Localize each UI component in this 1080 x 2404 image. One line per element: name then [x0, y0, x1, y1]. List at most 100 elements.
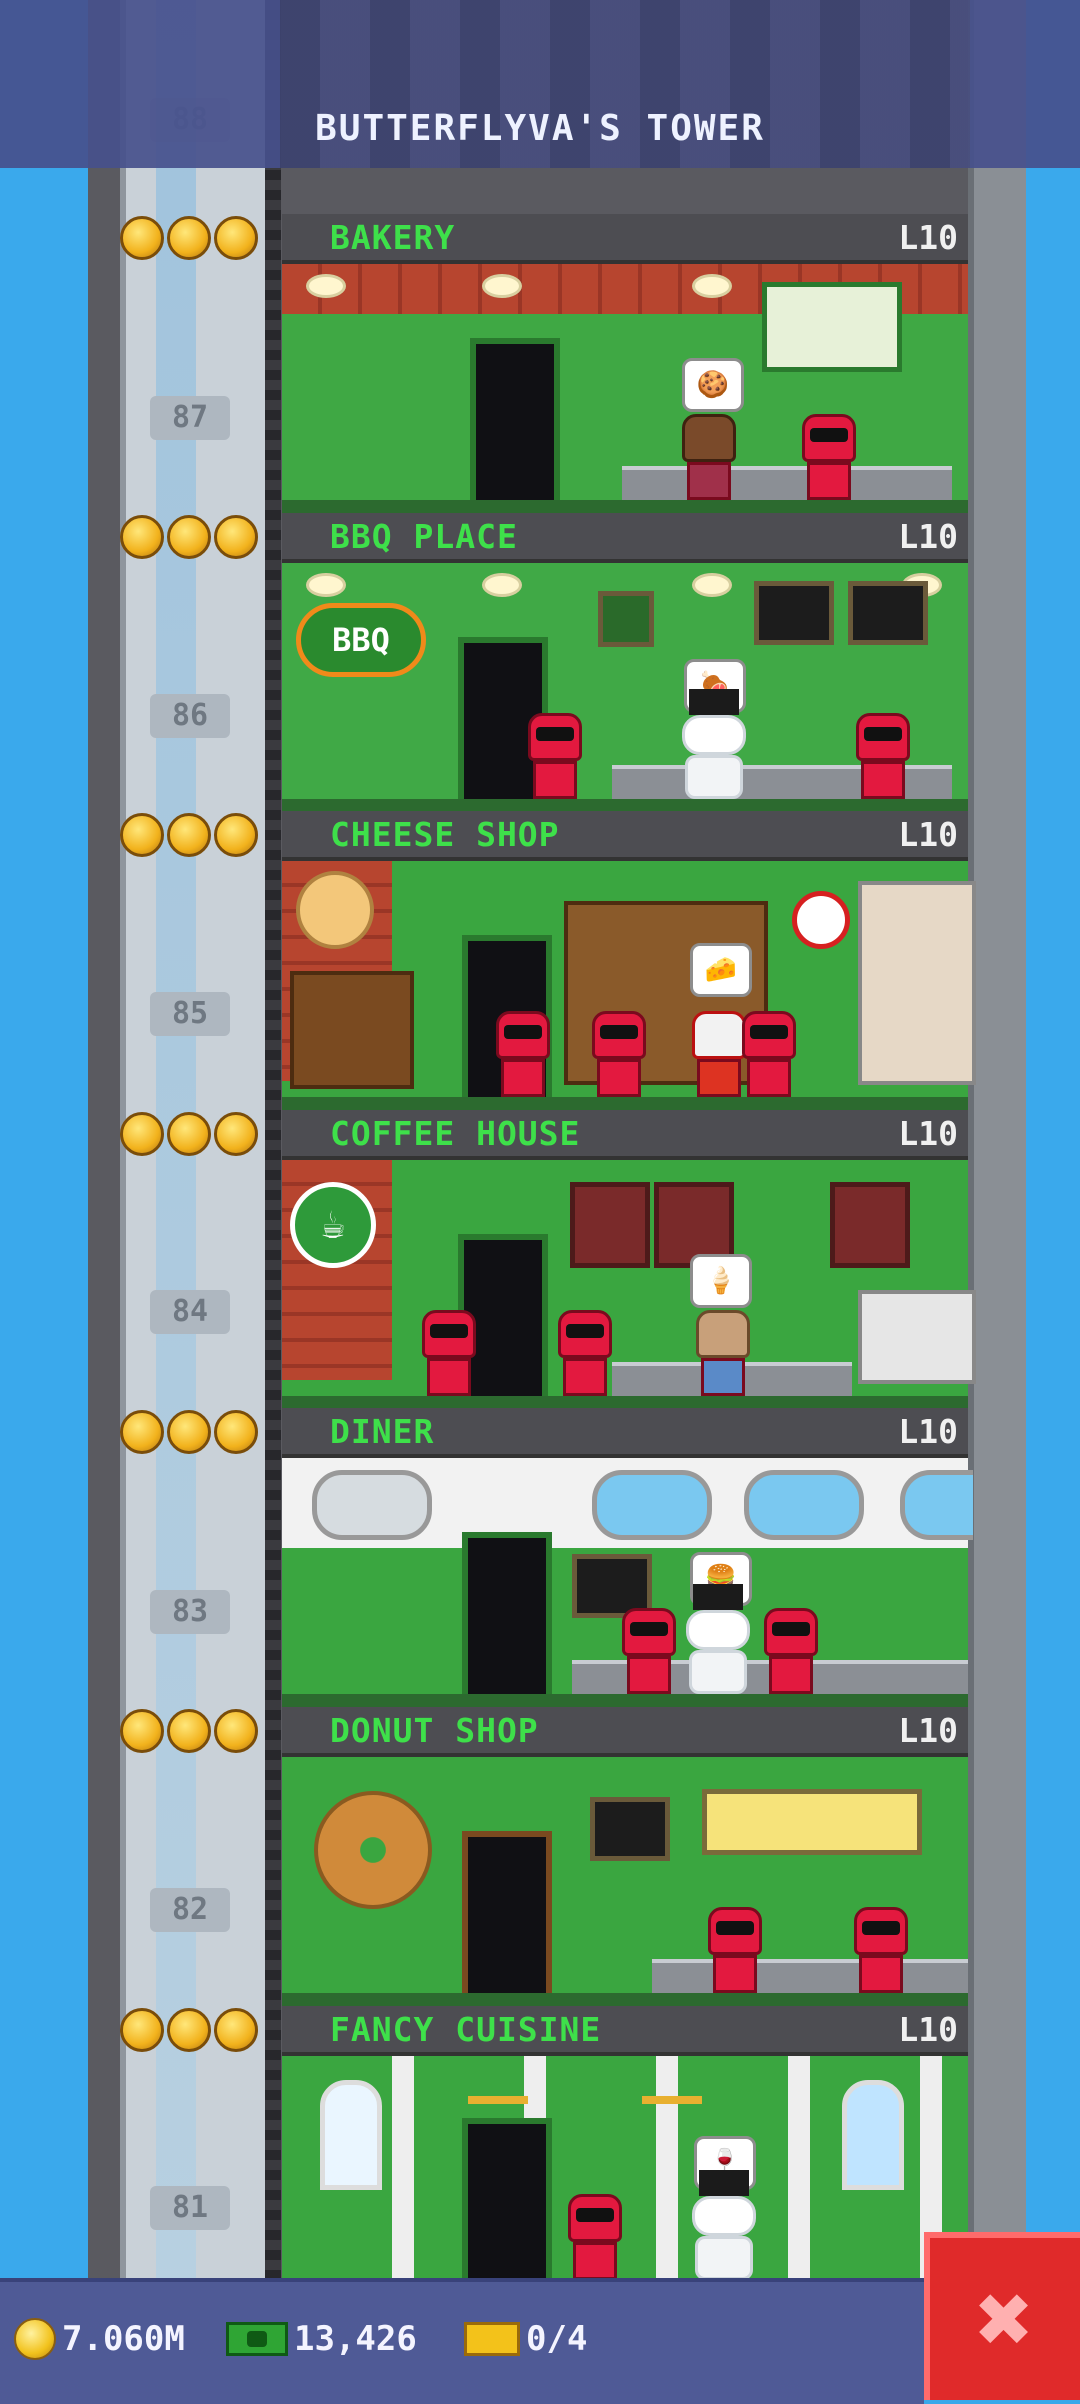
- star-icon: [167, 1112, 211, 1156]
- floor-title-bar: DONUT SHOP L10: [282, 1707, 968, 1757]
- room-fancy[interactable]: 🍷: [282, 2056, 968, 2280]
- star-icon: [120, 2008, 164, 2052]
- bitizen-red[interactable]: [854, 1907, 908, 1993]
- floor-coffee-house[interactable]: COFFEE HOUSE L10 ☕ 🍦: [282, 1110, 976, 1410]
- floor-stars-bakery: [120, 216, 258, 262]
- chandelier-icon: [642, 2056, 702, 2104]
- bitizen-snowman[interactable]: [682, 689, 746, 799]
- tickets-stat[interactable]: 0/4: [464, 2312, 587, 2366]
- floor-level: L10: [898, 218, 958, 257]
- floor-name: FANCY CUISINE: [330, 2010, 602, 2049]
- coins-value: 7.060M: [62, 2319, 185, 2359]
- star-icon: [120, 1709, 164, 1753]
- bitizen-clerk[interactable]: [682, 414, 736, 500]
- floor-bakery[interactable]: BAKERY L10 🍪: [282, 214, 968, 514]
- request-bubble[interactable]: 🧀: [690, 943, 752, 997]
- bitizen-clerk[interactable]: [692, 1011, 746, 1097]
- window: [320, 2080, 382, 2190]
- star-icon: [120, 1410, 164, 1454]
- ticket-icon: [464, 2322, 520, 2356]
- tv-screen: [598, 591, 654, 647]
- floor-number: 86: [150, 694, 230, 738]
- door: [462, 1532, 552, 1694]
- request-bubble[interactable]: 🍦: [690, 1254, 752, 1308]
- window: [842, 2080, 904, 2190]
- floor-level: L10: [898, 815, 958, 854]
- request-bubble[interactable]: 🍪: [682, 358, 744, 412]
- bitizen-red[interactable]: [422, 1310, 476, 1396]
- floor-diner[interactable]: DINER L10 🍔: [282, 1408, 973, 1708]
- floor-fancy-cuisine[interactable]: FANCY CUISINE L10 🍷: [282, 2006, 968, 2280]
- coins-stat[interactable]: 7.060M: [14, 2312, 185, 2366]
- star-icon: [214, 216, 258, 260]
- star-icon: [167, 1410, 211, 1454]
- coin-icon: [14, 2318, 56, 2360]
- bitizen-red[interactable]: [856, 713, 910, 799]
- tickets-value: 0/4: [526, 2319, 588, 2359]
- floor-stars-bbq: [120, 515, 258, 561]
- bitizen-snowman[interactable]: [686, 1584, 750, 1694]
- room-bbq[interactable]: BBQ 🍖: [282, 563, 968, 813]
- tower-header: BUTTERFLYVA'S TOWER: [0, 0, 1080, 168]
- chandelier-icon: [468, 2056, 528, 2104]
- no-mice-sign: [792, 891, 850, 949]
- bitizen-red[interactable]: [592, 1011, 646, 1097]
- star-icon: [167, 515, 211, 559]
- bitizen-clerk[interactable]: [696, 1310, 750, 1396]
- floor-level: L10: [898, 2010, 958, 2049]
- bitizen-red[interactable]: [528, 713, 582, 799]
- bux-stat[interactable]: 13,426: [226, 2312, 417, 2366]
- menu-board: [830, 1182, 910, 1268]
- lamp-icon: [482, 573, 522, 597]
- menu-board: [762, 282, 902, 372]
- bitizen-red[interactable]: [708, 1907, 762, 1993]
- room-cheese[interactable]: 🧀: [282, 861, 976, 1111]
- bitizen-snowman[interactable]: [692, 2170, 756, 2280]
- floor-cheese-shop[interactable]: CHEESE SHOP L10 🧀: [282, 811, 976, 1111]
- lamp-icon: [306, 274, 346, 298]
- room-donut[interactable]: [282, 1757, 968, 2007]
- bitizen-red[interactable]: [496, 1011, 550, 1097]
- tower-title: BUTTERFLYVA'S TOWER: [315, 108, 765, 149]
- floor-number: 85: [150, 992, 230, 1036]
- star-icon: [214, 2008, 258, 2052]
- bitizen-red[interactable]: [764, 1608, 818, 1694]
- room-floor: [282, 1097, 968, 1111]
- star-icon: [214, 1112, 258, 1156]
- floor-stars-fancy: [120, 2008, 258, 2054]
- floor-name: BBQ PLACE: [330, 517, 518, 556]
- floor-title-bar: COFFEE HOUSE L10: [282, 1110, 968, 1160]
- star-icon: [120, 813, 164, 857]
- room-coffee[interactable]: ☕ 🍦: [282, 1160, 976, 1410]
- star-icon: [120, 1112, 164, 1156]
- display-case: [858, 881, 976, 1085]
- door: [462, 2118, 552, 2280]
- bitizen-red[interactable]: [558, 1310, 612, 1396]
- floor-name: DONUT SHOP: [330, 1711, 539, 1750]
- floor-title-bar: CHEESE SHOP L10: [282, 811, 968, 861]
- floor-level: L10: [898, 1114, 958, 1153]
- menu-board: [590, 1797, 670, 1861]
- floor-title-bar: FANCY CUISINE L10: [282, 2006, 968, 2056]
- close-button[interactable]: ✖: [924, 2232, 1080, 2400]
- floor-name: BAKERY: [330, 218, 456, 257]
- room-diner[interactable]: 🍔: [282, 1458, 973, 1708]
- bitizen-red[interactable]: [568, 2194, 622, 2280]
- bitizen-red[interactable]: [742, 1011, 796, 1097]
- door: [470, 338, 560, 500]
- bitizen-red[interactable]: [622, 1608, 676, 1694]
- floor-bbq-place[interactable]: BBQ PLACE L10 BBQ 🍖: [282, 513, 968, 813]
- status-bar: 7.060M 13,426 0/4: [0, 2278, 924, 2404]
- window: [592, 1470, 712, 1540]
- room-bakery[interactable]: 🍪: [282, 264, 968, 514]
- lamp-icon: [482, 274, 522, 298]
- room-floor: [282, 1694, 968, 1708]
- bitizen-red[interactable]: [802, 414, 856, 500]
- floor-donut-shop[interactable]: DONUT SHOP L10: [282, 1707, 968, 2007]
- star-icon: [167, 813, 211, 857]
- menu-board: [848, 581, 928, 645]
- floor-title-bar: DINER L10: [282, 1408, 968, 1458]
- floor-number: 87: [150, 396, 230, 440]
- star-icon: [214, 1709, 258, 1753]
- floor-stars-cheese: [120, 813, 258, 859]
